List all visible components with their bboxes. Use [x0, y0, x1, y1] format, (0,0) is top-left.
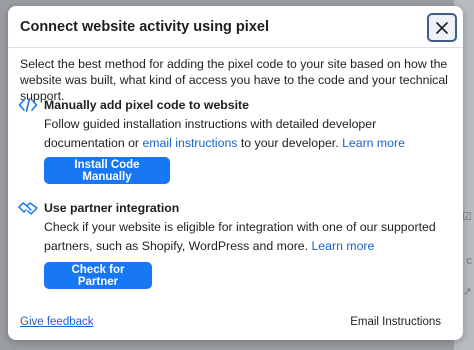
- partner-section-title: Use partner integration: [44, 201, 180, 215]
- partner-section-description: Check if your website is eligible for in…: [44, 218, 454, 256]
- partner-description-text: Check if your website is eligible for in…: [44, 220, 436, 253]
- email-instructions-link[interactable]: email instructions: [142, 136, 237, 150]
- install-code-manually-button[interactable]: Install Code Manually: [44, 157, 170, 184]
- close-icon: [436, 21, 448, 34]
- dialog-title: Connect website activity using pixel: [20, 19, 269, 35]
- dialog-header: Connect website activity using pixel: [8, 6, 463, 48]
- email-instructions-button[interactable]: Email Instructions: [350, 316, 441, 328]
- handshake-icon: [18, 202, 38, 215]
- check-for-partner-button[interactable]: Check for Partner: [44, 262, 152, 289]
- background-arrow-icon: ↗: [462, 286, 472, 298]
- manual-section-description: Follow guided installation instructions …: [44, 115, 454, 153]
- manual-description-text-after: to your developer.: [240, 136, 339, 150]
- partner-learn-more-link[interactable]: Learn more: [311, 239, 374, 253]
- connect-pixel-dialog: Connect website activity using pixel Sel…: [8, 6, 463, 340]
- background-check-icon: ☑: [462, 211, 472, 223]
- code-icon: [18, 98, 38, 112]
- give-feedback-link[interactable]: Give feedback: [20, 316, 94, 328]
- manual-learn-more-link[interactable]: Learn more: [342, 136, 405, 150]
- close-button[interactable]: [427, 13, 457, 42]
- background-text-fragment-icon: c: [466, 255, 473, 267]
- manual-section-title: Manually add pixel code to website: [44, 98, 249, 112]
- dialog-intro: Select the best method for adding the pi…: [20, 57, 448, 103]
